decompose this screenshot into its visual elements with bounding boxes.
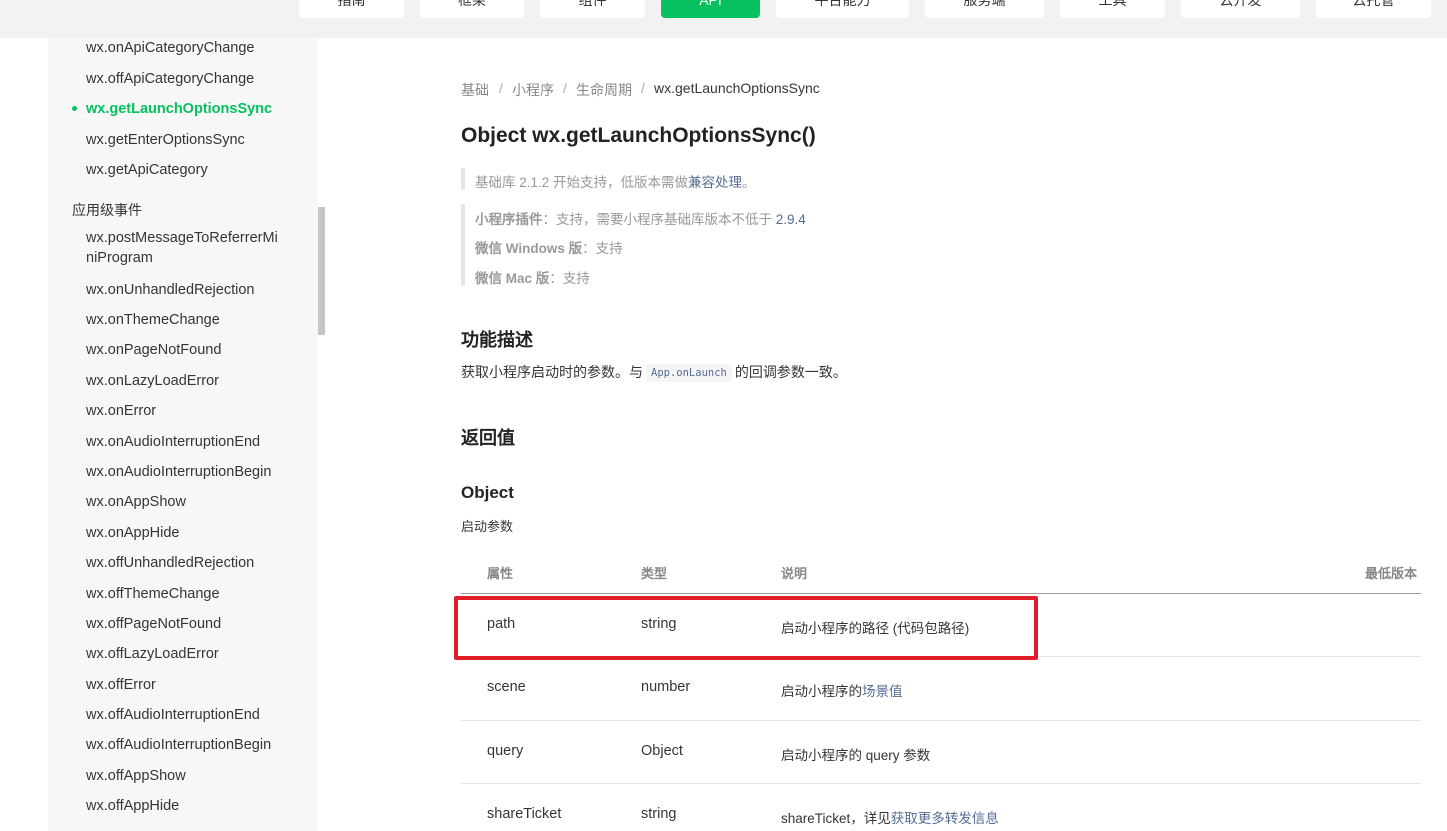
top-nav-bar: 指南 框架 组件 API 平台能力 服务端 工具 云开发 云托管: [0, 0, 1447, 38]
description-text: 获取小程序启动时的参数。与 App.onLaunch 的回调参数一致。: [461, 362, 847, 382]
table-header-prop: 属性: [487, 566, 514, 581]
breadcrumb-item[interactable]: 小程序: [512, 80, 554, 100]
object-description: 启动参数: [461, 519, 514, 534]
sidebar-item[interactable]: wx.offAudioInterruptionBegin: [86, 735, 291, 755]
table-header-type: 类型: [641, 566, 668, 581]
cell-prop: query: [487, 743, 524, 759]
active-bullet-icon: [72, 106, 77, 111]
table-row-divider: [461, 720, 1421, 721]
cell-type: string: [641, 806, 677, 822]
sidebar-item[interactable]: wx.offApiCategoryChange: [86, 69, 291, 89]
sidebar-item[interactable]: wx.onUnhandledRejection: [86, 280, 291, 300]
sidebar-item[interactable]: wx.offUnhandledRejection: [86, 553, 291, 573]
cell-prop: shareTicket: [487, 806, 562, 822]
table-header-divider: [461, 593, 1421, 594]
sidebar-item-active[interactable]: wx.getLaunchOptionsSync: [86, 99, 291, 119]
share-info-link[interactable]: 获取更多转发信息: [891, 811, 999, 826]
sidebar-item-label-line2: niProgram: [86, 250, 153, 266]
table-header-min-version: 最低版本: [1365, 566, 1418, 581]
nav-tab-cloud-hosting[interactable]: 云托管: [1316, 0, 1431, 18]
sidebar-group-title: 应用级事件: [72, 202, 142, 218]
sidebar-item-label-line1: wx.postMessageToReferrerMi: [86, 230, 278, 246]
sidebar-item[interactable]: wx.offAppShow: [86, 766, 291, 786]
breadcrumb-separator: /: [563, 80, 567, 96]
section-heading-return: 返回值: [461, 428, 515, 448]
cell-desc: 启动小程序的 query 参数: [781, 748, 931, 763]
quote-bar: [461, 168, 465, 190]
nav-tab-guide[interactable]: 指南: [299, 0, 404, 18]
cell-prop: scene: [487, 679, 526, 695]
breadcrumb-item[interactable]: 生命周期: [576, 80, 632, 100]
breadcrumb-separator: /: [499, 80, 503, 96]
sidebar-item[interactable]: wx.offPageNotFound: [86, 614, 291, 634]
sidebar-item[interactable]: wx.onAudioInterruptionBegin: [86, 462, 291, 482]
scene-value-link[interactable]: 场景值: [862, 684, 903, 699]
sidebar-item[interactable]: wx.onThemeChange: [86, 310, 291, 330]
sidebar-item[interactable]: wx.offLazyLoadError: [86, 644, 291, 664]
cell-desc-text: shareTicket，详见: [781, 811, 891, 826]
code-app-onlaunch: App.onLaunch: [646, 364, 732, 382]
cell-type: number: [641, 679, 691, 695]
support-note-suffix: 。: [742, 175, 756, 190]
sidebar-item[interactable]: wx.postMessageToReferrerMi niProgram: [86, 228, 291, 268]
compat-windows-text: ：支持: [582, 241, 623, 256]
sidebar-scrollbar[interactable]: [318, 207, 325, 335]
nav-tab-platform[interactable]: 平台能力: [776, 0, 909, 18]
sidebar-item[interactable]: wx.onError: [86, 401, 291, 421]
compat-plugin-version[interactable]: 2.9.4: [776, 212, 806, 227]
nav-tab-server[interactable]: 服务端: [925, 0, 1044, 18]
nav-tab-tools[interactable]: 工具: [1060, 0, 1165, 18]
nav-tab-framework[interactable]: 框架: [420, 0, 524, 18]
section-heading-description: 功能描述: [461, 330, 533, 350]
nav-tab-components[interactable]: 组件: [540, 0, 645, 18]
compat-plugin: 小程序插件：支持，需要小程序基础库版本不低于 2.9.4: [475, 208, 806, 228]
sidebar-item[interactable]: wx.offError: [86, 675, 291, 695]
support-note-text: 基础库 2.1.2 开始支持，低版本需做: [475, 175, 689, 190]
sidebar-item[interactable]: wx.onLazyLoadError: [86, 371, 291, 391]
object-heading: Object: [461, 483, 514, 502]
cell-type: Object: [641, 743, 683, 759]
sidebar-item[interactable]: wx.onPageNotFound: [86, 340, 291, 360]
description-text-before: 获取小程序启动时的参数。与: [461, 364, 643, 380]
table-header-desc: 说明: [781, 566, 808, 581]
sidebar-item[interactable]: wx.offAppHide: [86, 796, 291, 816]
sidebar-item[interactable]: wx.onApiCategoryChange: [86, 38, 291, 58]
cell-desc: shareTicket，详见获取更多转发信息: [781, 807, 999, 827]
support-note: 基础库 2.1.2 开始支持，低版本需做兼容处理。: [475, 171, 756, 191]
breadcrumb-item[interactable]: 基础: [461, 80, 489, 100]
compat-mac-label: 微信 Mac 版: [475, 271, 550, 286]
sidebar-item[interactable]: wx.onAudioInterruptionEnd: [86, 432, 291, 452]
cell-desc: 启动小程序的场景值: [781, 680, 903, 700]
description-text-after: 的回调参数一致。: [734, 364, 847, 380]
sidebar-item[interactable]: wx.offThemeChange: [86, 584, 291, 604]
compat-windows: 微信 Windows 版：支持: [475, 237, 623, 257]
compat-plugin-label: 小程序插件: [475, 212, 543, 227]
page-title: Object wx.getLaunchOptionsSync(): [461, 124, 816, 147]
compat-windows-label: 微信 Windows 版: [475, 241, 583, 256]
breadcrumb-current: wx.getLaunchOptionsSync: [654, 80, 820, 96]
cell-desc-text: 启动小程序的: [781, 684, 862, 699]
sidebar-item[interactable]: wx.getEnterOptionsSync: [86, 130, 291, 150]
nav-tab-cloud-dev[interactable]: 云开发: [1181, 0, 1300, 18]
sidebar-item[interactable]: wx.offAudioInterruptionEnd: [86, 705, 291, 725]
compat-mac-text: ：支持: [549, 271, 590, 286]
table-row-divider: [461, 783, 1421, 784]
compat-mac: 微信 Mac 版：支持: [475, 267, 590, 287]
compat-link[interactable]: 兼容处理: [688, 175, 742, 190]
quote-bar: [461, 204, 465, 286]
highlight-box: [454, 596, 1038, 660]
sidebar-item[interactable]: wx.onAppHide: [86, 523, 291, 543]
breadcrumb-separator: /: [641, 80, 645, 96]
sidebar-item[interactable]: wx.onAppShow: [86, 492, 291, 512]
nav-tab-api[interactable]: API: [661, 0, 760, 18]
compat-plugin-text: ：支持，需要小程序基础库版本不低于: [542, 212, 776, 227]
sidebar-item[interactable]: wx.getApiCategory: [86, 160, 291, 180]
